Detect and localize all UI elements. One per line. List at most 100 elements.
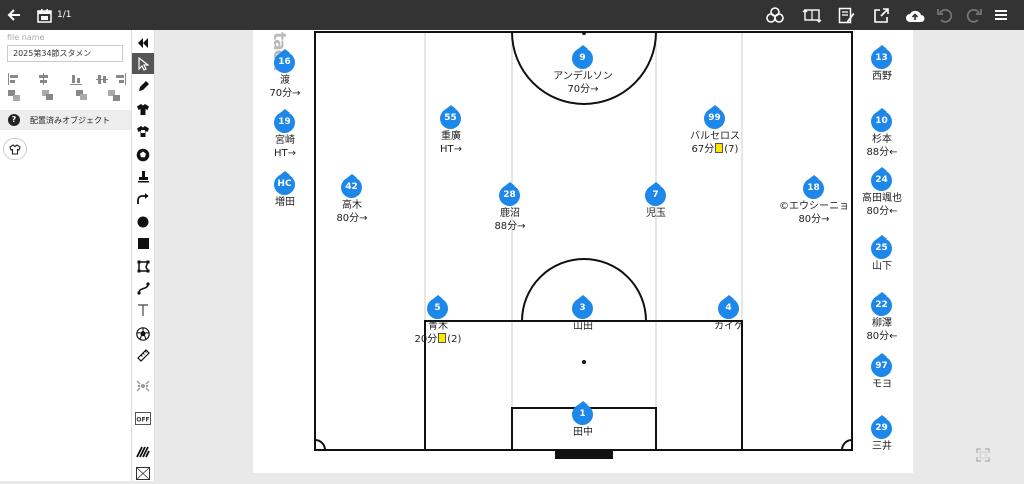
swap-field-icon[interactable] [800, 0, 824, 30]
yellow-card-icon [438, 333, 447, 343]
tool-bar: OFF [131, 30, 155, 481]
player-name: アンデルソン [553, 71, 613, 82]
player-token[interactable]: 29 三井 [817, 415, 947, 453]
player-token[interactable]: 42 高木 80分→ [287, 174, 417, 225]
player-sub-note: 67分 (7) [650, 143, 780, 156]
undo-icon[interactable] [934, 0, 956, 30]
shirt-home-icon[interactable] [132, 99, 154, 120]
player-marker: 16 [274, 49, 296, 73]
curve-line-icon[interactable] [132, 278, 154, 299]
player-token[interactable]: 4 カイケ [664, 295, 794, 333]
player-name: 西野 [872, 71, 892, 82]
player-marker: 25 [871, 235, 893, 259]
player-token[interactable]: 13 西野 [817, 45, 947, 83]
player-name: 高木 [342, 200, 362, 211]
player-token[interactable]: 99 バルセロス 67分 (7) [650, 105, 780, 156]
align-middle-v-icon[interactable] [96, 73, 110, 85]
back-arrow-icon[interactable] [3, 0, 25, 30]
align-center-h-icon[interactable] [37, 73, 51, 85]
edit-note-icon[interactable] [835, 0, 857, 30]
player-number: 24 [871, 170, 892, 191]
player-marker: 29 [871, 415, 893, 439]
svg-text:OFF: OFF [136, 416, 149, 423]
player-number: 55 [440, 108, 461, 129]
player-name: 山田 [573, 321, 593, 332]
player-token[interactable]: 1 田中 [518, 401, 648, 439]
player-marker: 13 [871, 45, 893, 69]
player-name: 鹿沼 [500, 208, 520, 219]
page-calendar-icon[interactable] [35, 0, 53, 30]
player-marker: 9 [572, 45, 594, 69]
send-backward-icon[interactable] [76, 90, 90, 102]
align-bottom-icon[interactable] [70, 73, 84, 85]
formation-icon[interactable] [132, 375, 154, 396]
ball-outline-icon[interactable] [132, 323, 154, 344]
bring-forward-icon[interactable] [42, 90, 56, 102]
stamp-icon[interactable] [132, 166, 154, 187]
player-token[interactable]: 9 アンデルソン 70分→ [518, 45, 648, 96]
select-pointer-icon[interactable] [132, 53, 154, 74]
player-token[interactable]: 5 青木 20分 (2) [373, 295, 503, 346]
bring-front-icon[interactable] [8, 90, 22, 102]
player-sub-note: HT→ [439, 144, 462, 155]
player-name: 児玉 [646, 208, 666, 219]
collapse-panel-icon[interactable] [132, 32, 154, 53]
send-back-icon[interactable] [108, 90, 122, 102]
shirt-icon [9, 143, 21, 155]
player-number: 7 [645, 185, 666, 206]
player-marker: 97 [871, 353, 893, 377]
player-number: 28 [499, 185, 520, 206]
player-token[interactable]: 16 渡 70分→ [220, 49, 350, 100]
redo-icon[interactable] [963, 0, 985, 30]
player-token[interactable]: 7 児玉 [591, 182, 721, 220]
player-token[interactable]: 22 柳澤 80分← [817, 292, 947, 343]
yellow-card-icon [715, 143, 724, 153]
player-number: 5 [427, 298, 448, 319]
circles-share-icon[interactable] [764, 0, 786, 30]
menu-icon[interactable] [991, 0, 1011, 30]
ruler-icon[interactable] [132, 345, 154, 366]
player-number: 42 [341, 177, 362, 198]
file-name-input[interactable] [7, 45, 123, 62]
shirt-away-icon[interactable] [132, 121, 154, 142]
player-name: 田中 [573, 427, 593, 438]
polygon-shape-icon[interactable] [132, 256, 154, 277]
player-number: 4 [718, 298, 739, 319]
curved-arrow-icon[interactable] [132, 188, 154, 209]
align-left-icon[interactable] [8, 73, 22, 85]
ball-icon[interactable] [132, 144, 154, 165]
player-number: 99 [704, 108, 725, 129]
placed-object-shirt[interactable] [3, 138, 27, 160]
player-token[interactable]: 19 宮崎 HT→ [220, 109, 350, 160]
player-token[interactable]: 97 モヨ [817, 353, 947, 391]
left-panel: file name ? 配置済みオブジェクト [0, 30, 131, 481]
player-name: 青木 [428, 321, 448, 332]
player-name: カイケ [714, 321, 744, 332]
top-bar: 1/1 [0, 0, 1024, 30]
fullscreen-icon[interactable] [976, 447, 990, 462]
rectangle-shape-icon[interactable] [132, 233, 154, 254]
help-icon[interactable]: ? [8, 114, 20, 126]
player-number: 22 [871, 295, 892, 316]
player-token[interactable]: 25 山下 [817, 235, 947, 273]
player-marker: 22 [871, 292, 893, 316]
text-tool-icon[interactable] [132, 300, 154, 321]
player-number: 97 [871, 356, 892, 377]
player-token[interactable]: 3 山田 [518, 295, 648, 333]
player-name: 山下 [872, 261, 892, 272]
player-token[interactable]: 55 重廣 HT→ [386, 105, 516, 156]
pen-icon[interactable] [132, 76, 154, 97]
toggle-off-icon[interactable]: OFF [132, 408, 154, 429]
hatch-pattern-icon[interactable] [132, 441, 154, 462]
player-marker: 3 [572, 295, 594, 319]
cloud-upload-icon[interactable] [903, 0, 927, 30]
player-token[interactable]: 24 高田颯也 80分← [817, 167, 947, 218]
align-right-icon[interactable] [114, 73, 128, 85]
player-token[interactable]: 28 鹿沼 88分→ [445, 182, 575, 233]
circle-shape-icon[interactable] [132, 211, 154, 232]
placed-objects-label: 配置済みオブジェクト [30, 116, 110, 125]
export-icon[interactable] [870, 0, 892, 30]
player-marker: 99 [704, 105, 726, 129]
placed-objects-header[interactable]: ? 配置済みオブジェクト [0, 110, 131, 130]
player-token[interactable]: 10 杉本 88分← [817, 108, 947, 159]
